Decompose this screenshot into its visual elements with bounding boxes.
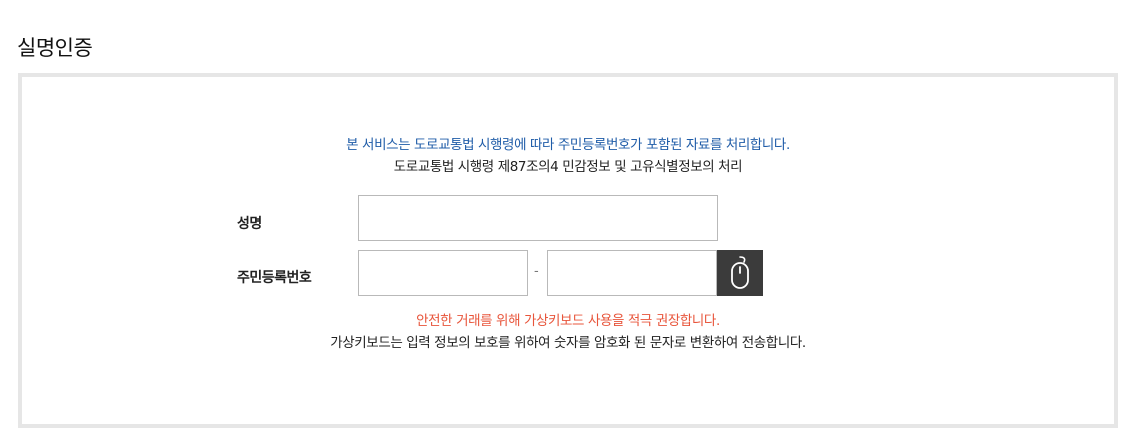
rrn-separator: -	[534, 264, 539, 279]
privacy-notice-line1: 본 서비스는 도로교통법 시행령에 따라 주민등록번호가 포함된 자료를 처리합…	[346, 137, 790, 153]
virtual-keyboard-button[interactable]	[717, 250, 763, 296]
page-title: 실명인증	[17, 36, 93, 60]
page: 실명인증 본 서비스는 도로교통법 시행령에 따라 주민등록번호가 포함된 자료…	[0, 0, 1137, 445]
privacy-notice-line2: 도로교통법 시행령 제87조의4 민감정보 및 고유식별정보의 처리	[393, 159, 743, 175]
mouse-icon	[731, 256, 749, 289]
name-label: 성명	[237, 216, 262, 232]
rrn-back-input[interactable]	[547, 250, 717, 296]
rrn-front-input[interactable]	[358, 250, 528, 296]
virtual-keyboard-description: 가상키보드는 입력 정보의 보호를 위하여 숫자를 암호화 된 문자로 변환하여…	[330, 335, 806, 351]
virtual-keyboard-warning: 안전한 거래를 위해 가상키보드 사용을 적극 권장합니다.	[416, 313, 720, 329]
name-input[interactable]	[358, 195, 718, 241]
rrn-label: 주민등록번호	[237, 270, 312, 286]
verification-panel: 본 서비스는 도로교통법 시행령에 따라 주민등록번호가 포함된 자료를 처리합…	[18, 73, 1118, 428]
